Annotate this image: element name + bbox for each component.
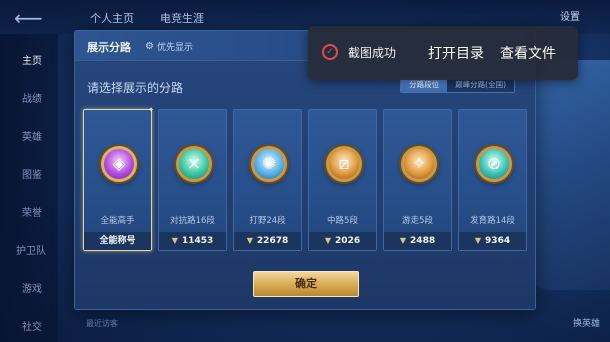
change-hero-button[interactable]: 换英雄: [573, 316, 600, 329]
open-directory-link[interactable]: 打开目录: [428, 43, 484, 63]
sidebar-item-atlas[interactable]: 图鉴: [22, 166, 42, 181]
priority-label: 优先显示: [156, 43, 193, 53]
all-round-icon: ◈: [101, 146, 137, 182]
card-label: 中路5段: [327, 216, 358, 226]
back-icon[interactable]: ⟵: [14, 6, 43, 30]
rank-chevron-icon: ▼: [474, 236, 482, 245]
sidebar-item-record[interactable]: 战绩: [22, 90, 42, 105]
lane-cards: ✦ ◈ 全能高手 全能称号 ⨯ 对抗路16段 ▼ 11453 ✺ 打野24段 ▼ 2…: [83, 106, 529, 251]
corner-sparkle-icon: ✦: [148, 106, 154, 114]
card-label: 对抗路16段: [170, 216, 215, 226]
card-label: 发育路14段: [470, 216, 515, 226]
jungle-icon: ✺: [251, 146, 287, 182]
sidebar-item-guard[interactable]: 护卫队: [16, 242, 46, 257]
priority-display-toggle[interactable]: ⚙ 优先显示: [145, 40, 193, 53]
lane-card-farm[interactable]: ⊘ 发育路14段 ▼ 9364: [458, 109, 527, 251]
panel-title: 展示分路: [87, 41, 131, 54]
tab-esports[interactable]: 电竞生涯: [160, 10, 204, 26]
card-value: ▼ 2026: [309, 232, 376, 250]
sidebar-item-social[interactable]: 社交: [22, 318, 42, 333]
card-value: 全能称号: [84, 232, 151, 250]
lane-card-all-round[interactable]: ✦ ◈ 全能高手 全能称号: [83, 106, 154, 251]
sidebar-item-home[interactable]: 主页: [22, 52, 42, 67]
toast-message: 截图成功: [348, 46, 397, 60]
sidebar: [0, 34, 58, 342]
tab-profile[interactable]: 个人主页: [90, 10, 134, 26]
mid-lane-icon: ⧄: [326, 146, 362, 182]
gear-icon: ⚙: [145, 41, 154, 52]
clash-lane-icon: ⨯: [176, 146, 212, 182]
hero-figure: [530, 60, 610, 290]
sidebar-item-honor[interactable]: 荣誉: [22, 204, 42, 219]
card-value: ▼ 22678: [234, 232, 301, 250]
settings-button[interactable]: 设置: [560, 8, 580, 23]
card-value: ▼ 11453: [159, 232, 226, 250]
card-value: ▼ 2488: [384, 232, 451, 250]
select-prompt: 请选择展示的分路: [87, 81, 184, 95]
card-label: 全能高手: [100, 216, 135, 226]
confirm-button[interactable]: 确定: [253, 271, 359, 297]
check-circle-icon: ✓: [322, 44, 338, 60]
card-label: 打野24段: [249, 216, 286, 226]
tab-lane-rank[interactable]: 分路段位: [401, 78, 448, 92]
view-file-link[interactable]: 查看文件: [500, 43, 556, 63]
lane-card-jungle[interactable]: ✺ 打野24段 ▼ 22678: [233, 109, 302, 251]
lane-card-roam[interactable]: ✧ 游走5段 ▼ 2488: [383, 109, 452, 251]
rank-chevron-icon: ▼: [171, 236, 178, 245]
sidebar-item-heroes[interactable]: 英雄: [22, 128, 42, 143]
card-label: 游走5段: [402, 216, 433, 226]
lane-card-mid[interactable]: ⧄ 中路5段 ▼ 2026: [308, 109, 377, 251]
rank-chevron-icon: ▼: [399, 236, 407, 245]
card-value: ▼ 9364: [459, 232, 526, 250]
rank-chevron-icon: ▼: [246, 236, 253, 245]
roam-icon: ✧: [401, 146, 437, 182]
farm-lane-icon: ⊘: [476, 146, 512, 182]
tab-peak-lane[interactable]: 巅峰分路(全国): [447, 78, 514, 92]
lane-card-clash[interactable]: ⨯ 对抗路16段 ▼ 11453: [158, 109, 227, 251]
recent-visitors[interactable]: 最近访客: [86, 318, 118, 329]
rank-chevron-icon: ▼: [324, 236, 332, 245]
sidebar-item-games[interactable]: 游戏: [22, 280, 42, 295]
screenshot-toast: ✓ 截图成功 打开目录 查看文件: [308, 26, 578, 80]
